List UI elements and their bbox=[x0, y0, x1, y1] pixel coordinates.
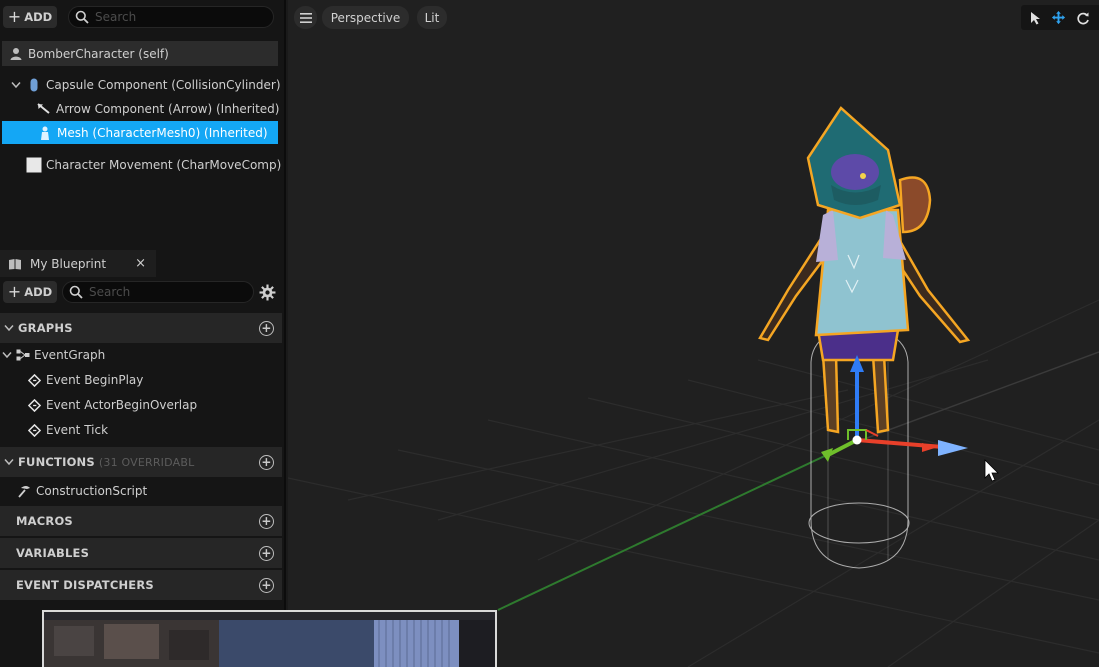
event-item[interactable]: Event Tick bbox=[26, 418, 108, 442]
construction-script-item[interactable]: ConstructionScript bbox=[16, 479, 147, 503]
webcam-overlay bbox=[42, 610, 497, 667]
add-blueprint-item-button[interactable]: + ADD bbox=[3, 281, 57, 303]
lit-label: Lit bbox=[424, 10, 440, 25]
tab-label: My Blueprint bbox=[30, 256, 107, 271]
event-label: Event ActorBeginOverlap bbox=[46, 398, 198, 412]
arrow-component-icon bbox=[36, 101, 52, 117]
perspective-label: Perspective bbox=[330, 10, 401, 25]
mouse-cursor-icon bbox=[984, 459, 999, 482]
gear-icon[interactable] bbox=[259, 284, 276, 304]
section-label: MACROS bbox=[16, 514, 73, 528]
section-event-dispatchers[interactable]: EVENT DISPATCHERS + bbox=[0, 570, 282, 600]
chevron-down-icon bbox=[4, 325, 14, 332]
tree-item-movement[interactable]: Character Movement (CharMoveComp) bbox=[26, 153, 282, 176]
tree-item-label: Arrow Component (Arrow) (Inherited) bbox=[56, 101, 280, 116]
event-icon bbox=[26, 423, 42, 437]
section-label: FUNCTIONS bbox=[18, 455, 95, 469]
plus-icon: + bbox=[7, 7, 22, 26]
components-search-input[interactable] bbox=[95, 10, 273, 24]
chevron-down-icon bbox=[4, 459, 14, 466]
capsule-icon bbox=[26, 77, 42, 93]
left-panel: + ADD BomberCharacter (self) Capsule Com… bbox=[0, 0, 286, 667]
section-label: GRAPHS bbox=[18, 321, 73, 335]
overridable-count: (31 OVERRIDABL bbox=[98, 455, 195, 469]
blueprint-search-input[interactable] bbox=[89, 285, 253, 299]
skeletal-mesh-icon bbox=[37, 125, 53, 141]
tree-item-label: Capsule Component (CollisionCylinder) ( bbox=[46, 77, 282, 92]
webcam-feed bbox=[44, 612, 495, 667]
translate-icon[interactable] bbox=[1051, 10, 1066, 25]
tree-item-capsule[interactable]: Capsule Component (CollisionCylinder) ( bbox=[10, 73, 282, 96]
section-variables[interactable]: VARIABLES + bbox=[0, 538, 282, 568]
plus-icon: + bbox=[7, 282, 22, 301]
viewport-scene bbox=[288, 106, 1099, 667]
section-label: EVENT DISPATCHERS bbox=[16, 578, 154, 592]
book-icon bbox=[9, 258, 21, 269]
construction-script-label: ConstructionScript bbox=[36, 484, 148, 498]
add-component-label: ADD bbox=[24, 10, 53, 24]
section-graphs[interactable]: GRAPHS + bbox=[0, 313, 282, 343]
chevron-down-icon bbox=[2, 352, 12, 359]
components-search[interactable] bbox=[68, 6, 274, 28]
add-function-icon[interactable]: + bbox=[259, 454, 274, 470]
search-icon bbox=[69, 285, 83, 299]
add-macro-icon[interactable]: + bbox=[259, 513, 274, 529]
viewport-options-button[interactable] bbox=[294, 6, 317, 29]
tree-item-label: Mesh (CharacterMesh0) (Inherited) bbox=[57, 125, 268, 140]
person-icon bbox=[10, 48, 22, 60]
event-label: Event Tick bbox=[46, 423, 109, 437]
hamburger-icon bbox=[299, 12, 312, 23]
tree-item-mesh[interactable]: Mesh (CharacterMesh0) (Inherited) bbox=[2, 121, 278, 144]
event-icon bbox=[26, 398, 42, 412]
add-component-button[interactable]: + ADD bbox=[3, 6, 57, 28]
blueprint-search[interactable] bbox=[62, 281, 254, 303]
perspective-button[interactable]: Perspective bbox=[322, 6, 409, 29]
transform-tools bbox=[1021, 5, 1099, 30]
section-macros[interactable]: MACROS + bbox=[0, 506, 282, 536]
function-icon bbox=[16, 484, 32, 498]
event-item[interactable]: Event BeginPlay bbox=[26, 368, 143, 392]
section-label: VARIABLES bbox=[16, 546, 90, 560]
self-component-row[interactable]: BomberCharacter (self) bbox=[2, 41, 278, 66]
tree-item-arrow[interactable]: Arrow Component (Arrow) (Inherited) bbox=[36, 97, 282, 120]
search-icon bbox=[75, 10, 89, 24]
viewport[interactable]: Perspective Lit bbox=[288, 0, 1099, 667]
close-icon[interactable]: × bbox=[135, 256, 146, 271]
character-mesh bbox=[758, 106, 971, 434]
tree-item-label: Character Movement (CharMoveComp) bbox=[46, 157, 282, 172]
add-graph-icon[interactable]: + bbox=[259, 320, 274, 336]
event-label: Event BeginPlay bbox=[46, 373, 144, 387]
movement-component-icon bbox=[26, 157, 42, 173]
graph-icon bbox=[16, 349, 30, 361]
chevron-down-icon[interactable] bbox=[10, 77, 22, 93]
self-component-label: BomberCharacter (self) bbox=[28, 46, 169, 61]
event-graph-label: EventGraph bbox=[34, 348, 106, 362]
add-blueprint-label: ADD bbox=[24, 285, 53, 299]
event-icon bbox=[26, 373, 42, 387]
rotate-icon[interactable] bbox=[1076, 11, 1090, 25]
select-icon[interactable] bbox=[1030, 11, 1042, 25]
add-dispatcher-icon[interactable]: + bbox=[259, 577, 274, 593]
add-variable-icon[interactable]: + bbox=[259, 545, 274, 561]
event-item[interactable]: Event ActorBeginOverlap bbox=[26, 393, 197, 417]
lit-button[interactable]: Lit bbox=[417, 6, 447, 29]
tab-my-blueprint[interactable]: My Blueprint × bbox=[0, 250, 156, 277]
section-functions[interactable]: FUNCTIONS (31 OVERRIDABL + bbox=[0, 447, 282, 477]
event-graph-item[interactable]: EventGraph bbox=[2, 343, 105, 367]
